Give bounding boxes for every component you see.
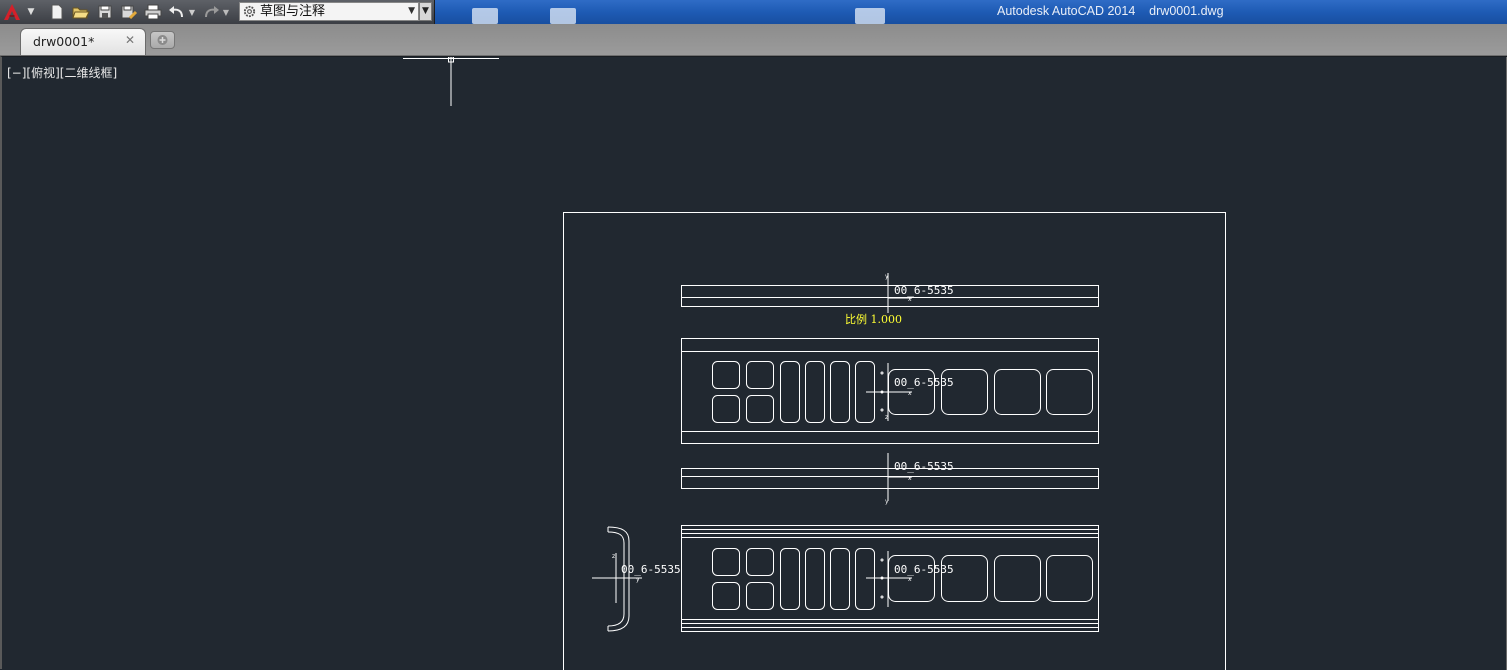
plot-icon bbox=[144, 4, 162, 20]
axis-z-label: z bbox=[885, 414, 888, 421]
customize-toolbar-button[interactable]: ▼ bbox=[419, 2, 432, 21]
plot-button[interactable] bbox=[142, 2, 164, 22]
open-button[interactable] bbox=[70, 2, 92, 22]
view-label: 00_6-5535 bbox=[894, 563, 954, 576]
application-menu-button[interactable] bbox=[2, 2, 22, 22]
saveas-button[interactable] bbox=[118, 2, 140, 22]
chevron-down-icon: ▼ bbox=[408, 3, 415, 20]
axis-z-label: z bbox=[612, 553, 615, 560]
axis-y-label: y bbox=[636, 576, 640, 583]
taskbar-ghost-icon bbox=[472, 8, 498, 24]
view-1-top bbox=[682, 273, 1099, 313]
axis-y-label: y bbox=[885, 273, 889, 280]
autocad-logo-icon bbox=[3, 3, 21, 21]
app-menu-dropdown-arrow[interactable]: ▼ bbox=[24, 2, 38, 22]
open-icon bbox=[72, 4, 90, 20]
view-label: 00_6-5535 bbox=[894, 460, 954, 473]
view-2-front bbox=[682, 339, 1099, 444]
redo-icon bbox=[202, 4, 220, 20]
close-icon[interactable]: ✕ bbox=[125, 33, 135, 47]
undo-dropdown-arrow[interactable]: ▼ bbox=[186, 2, 198, 22]
taskbar-ghost-icon bbox=[550, 8, 576, 24]
view-label: 00_6-5535 bbox=[894, 376, 954, 389]
window-title: Autodesk AutoCAD 2014 drw0001.dwg bbox=[997, 4, 1224, 18]
crosshair-cursor bbox=[403, 57, 499, 106]
axis-x-label: x bbox=[908, 390, 912, 397]
view-label: 00_6-5535 bbox=[621, 563, 681, 576]
saveas-icon bbox=[120, 4, 138, 20]
save-icon bbox=[97, 4, 113, 20]
title-bar: ▼ ▼ ▼ 草图与注释 ▼ bbox=[0, 0, 1507, 24]
file-tab-bar: drw0001* ✕ bbox=[0, 24, 1507, 56]
axis-x-label: x bbox=[908, 475, 912, 482]
workspace-select[interactable]: 草图与注释 ▼ bbox=[239, 2, 419, 21]
drawing-geometry: y x x z x y z y x 00_6-5535 00_6-5535 00… bbox=[2, 57, 1507, 670]
new-tab-button[interactable] bbox=[150, 31, 175, 49]
view-3-plate bbox=[682, 453, 1099, 501]
gear-icon bbox=[242, 4, 257, 19]
taskbar-ghost-icon bbox=[855, 8, 885, 24]
tab-label: drw0001* bbox=[33, 34, 94, 49]
axis-x-label: x bbox=[908, 296, 912, 303]
undo-button[interactable] bbox=[166, 2, 188, 22]
axis-x-label: x bbox=[908, 576, 912, 583]
scale-annotation: 比例 1.000 bbox=[845, 312, 902, 326]
new-button[interactable] bbox=[46, 2, 68, 22]
plus-icon bbox=[151, 32, 174, 48]
view-4-side bbox=[592, 527, 642, 631]
redo-dropdown-arrow[interactable]: ▼ bbox=[220, 2, 232, 22]
axis-y-label: y bbox=[885, 498, 889, 505]
save-button[interactable] bbox=[94, 2, 116, 22]
view-label: 00_6-5535 bbox=[894, 284, 954, 297]
drawing-canvas[interactable]: [−][俯视][二维线框] bbox=[0, 56, 1507, 669]
view-5-front bbox=[682, 526, 1099, 632]
undo-icon bbox=[168, 4, 186, 20]
new-icon bbox=[49, 4, 65, 20]
tab-drawing[interactable]: drw0001* ✕ bbox=[20, 28, 146, 55]
quick-access-toolbar: ▼ ▼ ▼ 草图与注释 ▼ bbox=[0, 0, 435, 24]
workspace-value: 草图与注释 bbox=[260, 3, 325, 20]
redo-button[interactable] bbox=[200, 2, 222, 22]
